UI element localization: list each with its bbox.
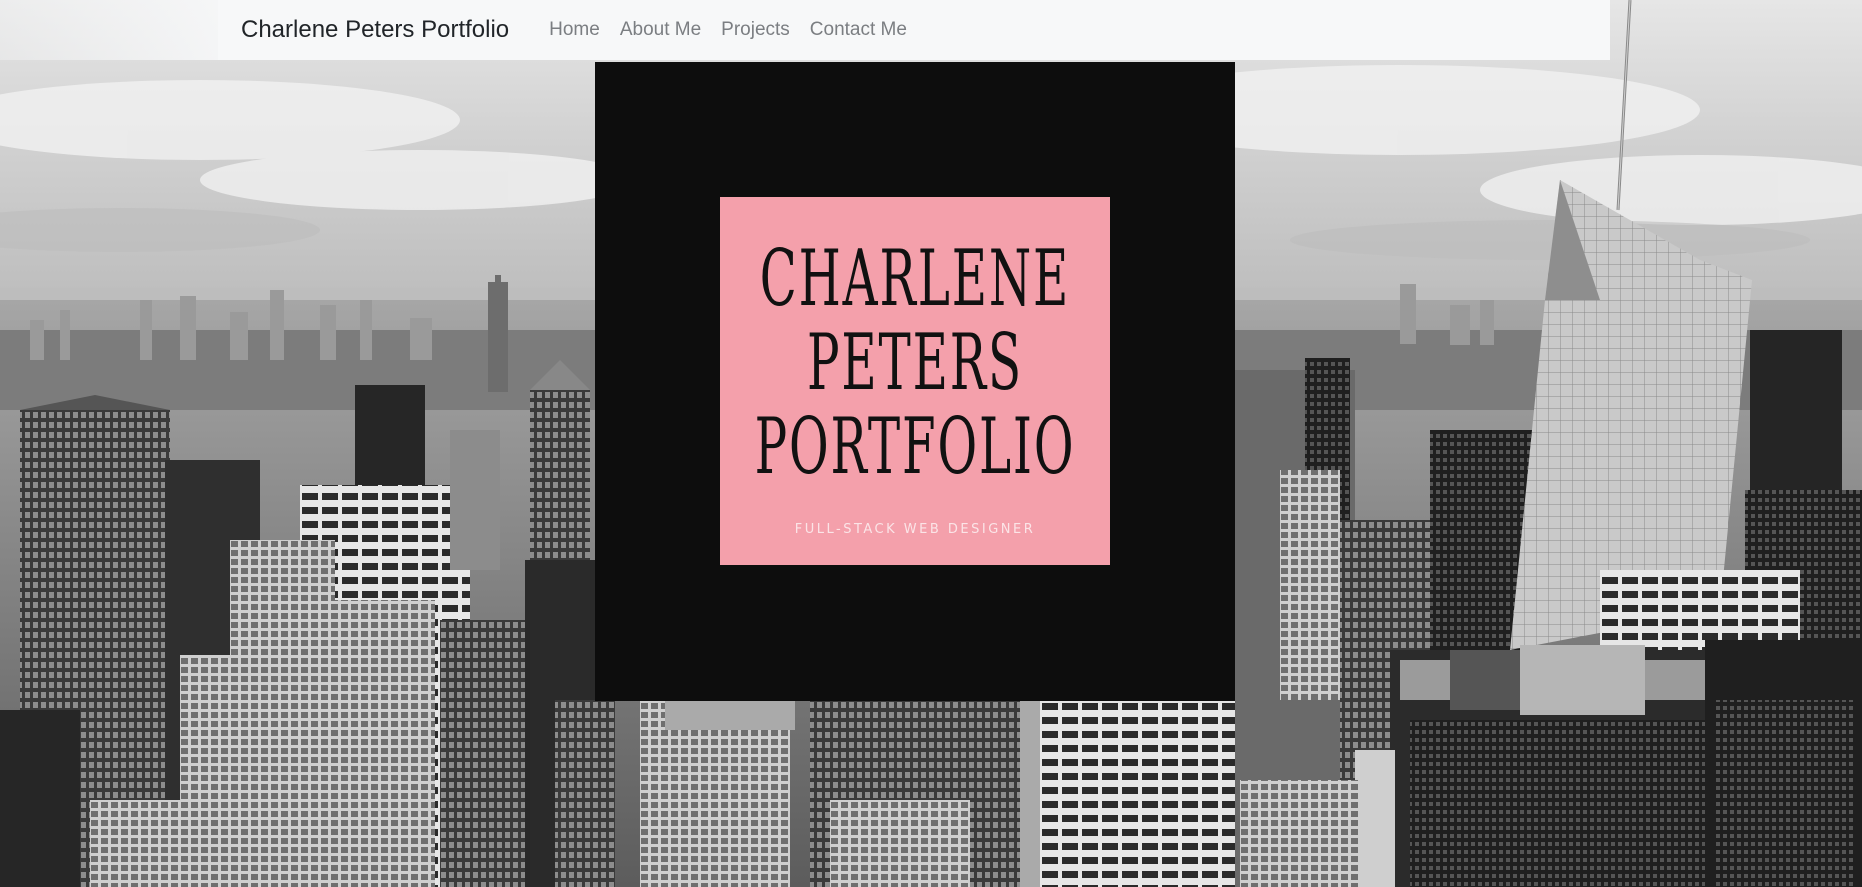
logo-title: CHARLENE PETERS PORTFOLIO bbox=[755, 237, 1074, 489]
nav-links: Home About Me Projects Contact Me bbox=[539, 19, 917, 41]
nav-link-projects[interactable]: Projects bbox=[711, 19, 800, 41]
navbar-backdrop bbox=[0, 0, 218, 60]
logo-card: CHARLENE PETERS PORTFOLIO FULL-STACK WEB… bbox=[720, 197, 1110, 565]
logo-subtitle: FULL-STACK WEB DESIGNER bbox=[794, 522, 1036, 537]
nav-link-contact-me[interactable]: Contact Me bbox=[800, 19, 917, 41]
nav-link-about-me[interactable]: About Me bbox=[610, 19, 711, 41]
logo-title-line: PETERS bbox=[806, 318, 1024, 408]
logo-title-line: PORTFOLIO bbox=[754, 402, 1076, 492]
logo-title-line: CHARLENE bbox=[759, 234, 1071, 324]
hero-logo-image: CHARLENE PETERS PORTFOLIO FULL-STACK WEB… bbox=[595, 62, 1235, 701]
page: Charlene Peters Portfolio Home About Me … bbox=[0, 0, 1862, 887]
navbar: Charlene Peters Portfolio Home About Me … bbox=[218, 0, 1610, 60]
brand-link[interactable]: Charlene Peters Portfolio bbox=[241, 16, 509, 44]
nav-link-home[interactable]: Home bbox=[539, 19, 610, 41]
